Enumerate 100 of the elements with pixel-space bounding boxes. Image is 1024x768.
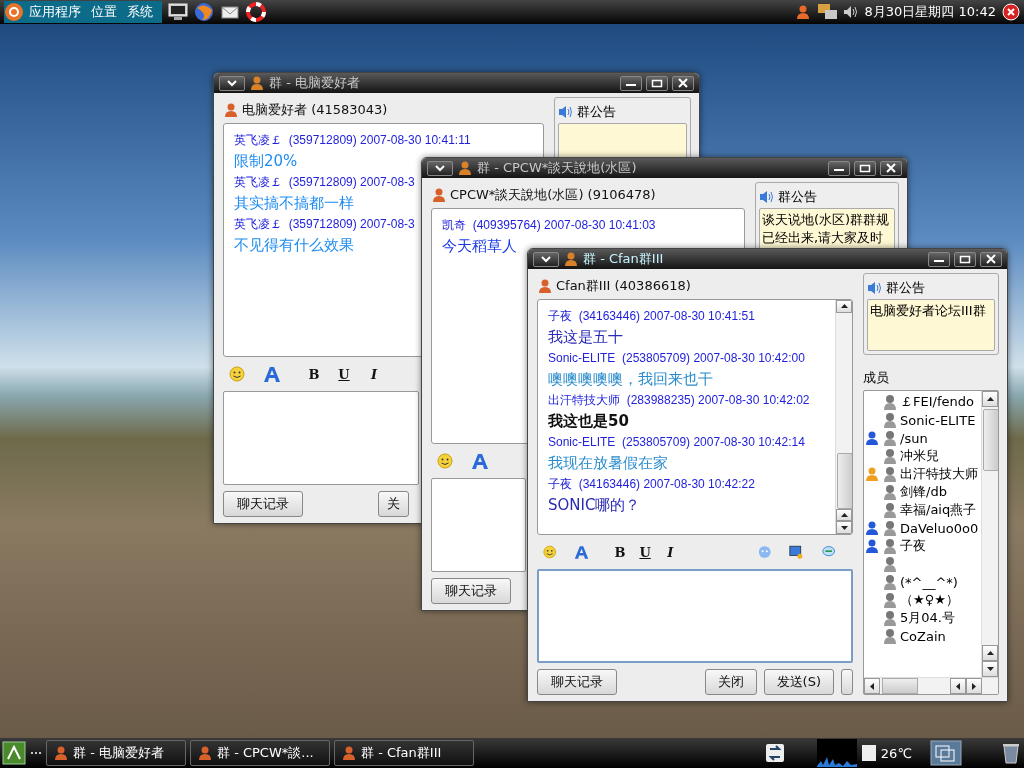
group-name: Cfan群III (40386618) (556, 277, 691, 295)
smiley-icon[interactable] (543, 544, 557, 560)
window-menu-button[interactable] (427, 160, 453, 176)
scrollbar-thumb[interactable] (983, 409, 998, 471)
scroll-right-button[interactable] (966, 678, 982, 694)
scroll-up-button[interactable] (836, 300, 852, 313)
screen-capture-icon[interactable] (789, 543, 804, 561)
dialog-button[interactable]: 关闭 (704, 669, 757, 695)
font-icon[interactable] (263, 365, 281, 383)
announcement-title: 群公告 (577, 103, 616, 121)
maximize-button[interactable] (854, 160, 876, 176)
scrollbar-thumb[interactable] (837, 452, 852, 509)
taskbar-button[interactable]: 群 - 电脑爱好者 (46, 740, 186, 766)
message-input[interactable] (431, 478, 526, 572)
volume-icon[interactable] (842, 4, 859, 20)
avatar-icon[interactable] (882, 610, 898, 626)
format-button[interactable]: I (657, 541, 683, 563)
message-text: 限制20% (234, 151, 298, 172)
logo-icon[interactable] (4, 2, 24, 22)
member-name[interactable]: CoZain (900, 628, 946, 644)
shutdown-icon[interactable] (1002, 3, 1020, 21)
smiley-icon[interactable] (437, 453, 453, 469)
avatar-icon[interactable] (882, 448, 898, 464)
avatar-icon[interactable] (882, 574, 898, 590)
message-header: 子夜 (34163446) 2007-08-30 10:41:51 (548, 308, 755, 325)
trash-icon[interactable] (1000, 742, 1022, 764)
dialog-button[interactable]: 聊天记录 (431, 578, 511, 604)
show-desktop-icon[interactable] (2, 741, 26, 765)
format-button[interactable]: B (607, 541, 633, 563)
monitor-icon[interactable] (168, 2, 188, 22)
switch-icon[interactable] (764, 743, 785, 763)
message-input[interactable] (537, 569, 853, 663)
member-name[interactable]: 子夜 (900, 537, 926, 555)
dialog-button[interactable]: 聊天记录 (223, 491, 303, 517)
clock[interactable]: 8月30日星期四 10:42 (864, 3, 996, 21)
message-input[interactable] (223, 391, 419, 485)
lifebuoy-icon[interactable] (246, 2, 266, 22)
member-name[interactable]: 剑锋/db (900, 483, 947, 501)
member-name[interactable]: （★♀★） (900, 591, 959, 609)
avatar-icon[interactable] (882, 502, 898, 518)
avatar-icon[interactable] (882, 430, 898, 446)
avatar-icon[interactable] (882, 628, 898, 644)
member-name[interactable]: 冲米兒 (900, 447, 939, 465)
maximize-button[interactable] (646, 75, 668, 91)
window-title: 群 - CPCW*談天說地(水區) (477, 159, 637, 177)
member-name[interactable]: ￡FEI/fendo (900, 393, 974, 411)
avatar-icon[interactable] (882, 592, 898, 608)
format-button[interactable]: I (359, 363, 389, 385)
member-name[interactable]: 幸福/aiq燕子 (900, 501, 977, 519)
minimize-button[interactable] (928, 251, 950, 267)
taskbar-button[interactable]: 群 - CPCW*談... (190, 740, 330, 766)
scroll-down-button[interactable] (836, 521, 852, 534)
speaker-icon (558, 104, 574, 120)
dialog-button[interactable]: 聊天记录 (537, 669, 617, 695)
workspace-switcher-icon[interactable] (930, 740, 962, 766)
scrollbar-thumb[interactable] (882, 678, 918, 694)
avatar-icon[interactable] (882, 412, 898, 428)
taskbar-button[interactable]: 群 - Cfan群III (334, 740, 474, 766)
window-menu-button[interactable] (533, 251, 559, 267)
avatar-icon[interactable] (882, 520, 898, 536)
minimize-button[interactable] (620, 75, 642, 91)
scroll-left-button[interactable] (864, 678, 880, 694)
format-button[interactable]: U (632, 541, 658, 563)
format-button[interactable]: B (299, 363, 329, 385)
close-icon (985, 254, 997, 264)
browser-icon[interactable] (194, 2, 214, 22)
send-options-button[interactable] (841, 669, 853, 695)
format-button[interactable]: U (329, 363, 359, 385)
avatar-icon[interactable] (882, 394, 898, 410)
panel-menu[interactable]: 系统 (122, 3, 158, 21)
close-button[interactable] (880, 160, 902, 176)
member-name[interactable]: 5月04.号 (900, 609, 955, 627)
person-icon[interactable] (794, 4, 811, 20)
network-icon[interactable] (816, 2, 837, 22)
font-icon[interactable] (574, 543, 590, 561)
font-icon[interactable] (471, 452, 489, 470)
scroll-up-button[interactable] (982, 645, 998, 661)
panel-menu[interactable]: 应用程序 (24, 3, 86, 21)
member-name[interactable]: DaVeluo0o0 (900, 520, 979, 536)
scroll-down-button[interactable] (982, 661, 998, 677)
member-name[interactable]: /sun (900, 430, 928, 446)
close-button[interactable] (672, 75, 694, 91)
member-name[interactable]: 出汗特技大师 (900, 465, 978, 483)
dialog-button[interactable]: 发送(S) (763, 669, 834, 695)
member-name[interactable]: (*^__^*) (900, 574, 958, 590)
avatar-icon[interactable] (882, 466, 898, 482)
avatar-icon[interactable] (882, 556, 898, 572)
smiley-icon[interactable] (229, 366, 245, 382)
avatar-icon[interactable] (882, 484, 898, 500)
avatar-icon[interactable] (882, 538, 898, 554)
window-menu-button[interactable] (219, 75, 245, 91)
member-name[interactable]: Sonic-ELITE (900, 412, 976, 428)
temperature[interactable]: 26℃ (880, 745, 912, 761)
maximize-button[interactable] (954, 251, 976, 267)
scroll-up-button[interactable] (982, 391, 998, 407)
scroll-left-button[interactable] (950, 678, 966, 694)
panel-menu[interactable]: 位置 (86, 3, 122, 21)
dialog-button[interactable]: 关 (378, 491, 409, 517)
close-button[interactable] (980, 251, 1002, 267)
minimize-button[interactable] (828, 160, 850, 176)
